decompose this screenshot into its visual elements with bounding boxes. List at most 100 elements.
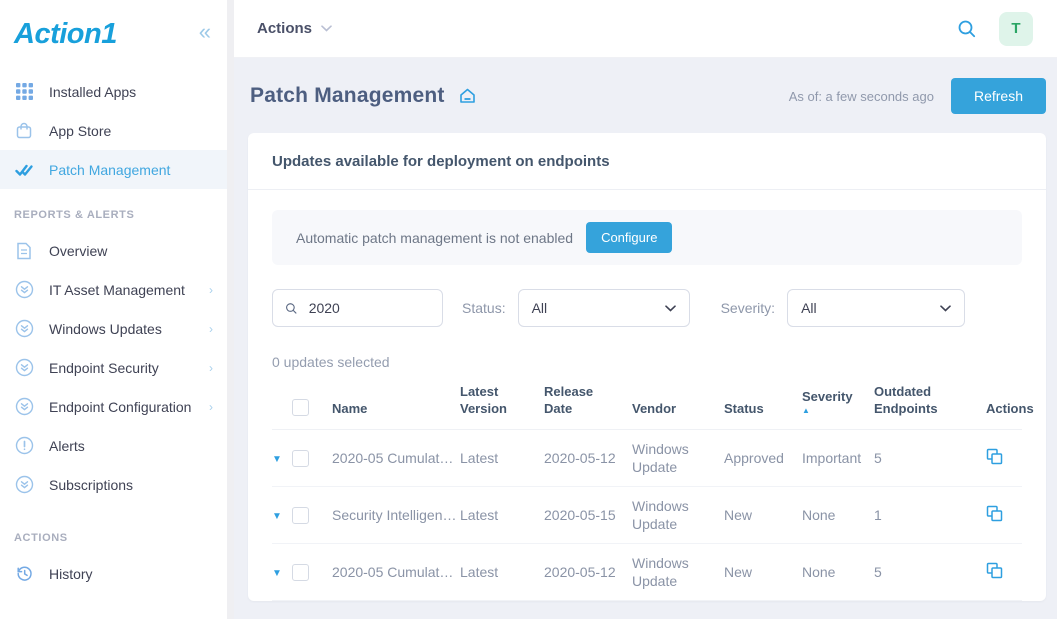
- sidebar-item-label: Alerts: [49, 438, 85, 454]
- sidebar-section-actions: ACTIONS: [0, 532, 227, 544]
- sidebar-item-it-asset-management[interactable]: IT Asset Management ›: [0, 270, 227, 309]
- table-row: ▼ 2020-05 Cumulat… Latest 2020-05-12 Win…: [272, 544, 1022, 601]
- content: Patch Management As of: a few seconds ag…: [234, 58, 1057, 619]
- as-of-text: As of: a few seconds ago: [789, 89, 934, 104]
- sidebar-section-reports-alerts: REPORTS & ALERTS: [0, 209, 227, 221]
- configure-button[interactable]: Configure: [586, 222, 672, 253]
- status-filter-label: Status:: [462, 300, 506, 316]
- card-title: Updates available for deployment on endp…: [248, 133, 1046, 190]
- copy-icon[interactable]: [986, 505, 1003, 522]
- table-header-row: Name Latest Version Release Date Vendor …: [272, 383, 1022, 430]
- circle-chevrons-icon: [14, 319, 34, 339]
- chevron-right-icon: ›: [209, 400, 213, 414]
- auto-patch-banner: Automatic patch management is not enable…: [272, 210, 1022, 265]
- sidebar-item-patch-management[interactable]: Patch Management: [0, 150, 227, 189]
- bag-icon: [14, 121, 34, 141]
- circle-exclamation-icon: [14, 436, 34, 456]
- filters-row: Status: All Severity: All: [272, 289, 1022, 327]
- header-vendor[interactable]: Vendor: [632, 383, 724, 430]
- bell-icon[interactable]: [459, 88, 476, 104]
- sidebar: Action1 « Installed Apps: [0, 0, 227, 619]
- banner-text: Automatic patch management is not enable…: [296, 230, 573, 246]
- sidebar-item-app-store[interactable]: App Store: [0, 111, 227, 150]
- sidebar-item-endpoint-configuration[interactable]: Endpoint Configuration ›: [0, 387, 227, 426]
- cell-status: New: [724, 544, 802, 601]
- cell-latest-version: Latest: [460, 544, 544, 601]
- header-release-date[interactable]: Release Date: [544, 383, 632, 430]
- row-expand-caret[interactable]: ▼: [272, 511, 282, 522]
- cell-release-date: 2020-05-12: [544, 544, 632, 601]
- topbar: Actions T: [234, 0, 1057, 58]
- grid-icon: [14, 82, 34, 102]
- cell-outdated-endpoints: 1: [874, 487, 986, 544]
- row-checkbox[interactable]: [292, 507, 309, 524]
- cell-latest-version: Latest: [460, 430, 544, 487]
- status-select-value: All: [532, 300, 548, 316]
- copy-icon[interactable]: [986, 448, 1003, 465]
- table-row: ▼ 2020-05 Cumulat… Latest 2020-05-12 Win…: [272, 430, 1022, 487]
- search-box[interactable]: [272, 289, 443, 327]
- chevron-right-icon: ›: [209, 361, 213, 375]
- header-select-all: [292, 383, 332, 430]
- cell-name: 2020-05 Cumulat…: [332, 544, 460, 601]
- sidebar-item-label: Patch Management: [49, 162, 170, 178]
- topbar-right: T: [957, 12, 1033, 46]
- row-expand-caret[interactable]: ▼: [272, 454, 282, 465]
- search-input[interactable]: [307, 299, 430, 317]
- updates-table: Name Latest Version Release Date Vendor …: [272, 383, 1022, 601]
- avatar[interactable]: T: [999, 12, 1033, 46]
- cell-status: New: [724, 487, 802, 544]
- sidebar-collapse-icon[interactable]: «: [199, 21, 211, 47]
- document-icon: [14, 241, 34, 261]
- cell-severity: None: [802, 487, 874, 544]
- search-icon[interactable]: [957, 19, 977, 39]
- sidebar-item-installed-apps[interactable]: Installed Apps: [0, 72, 227, 111]
- cell-release-date: 2020-05-15: [544, 487, 632, 544]
- sidebar-item-subscriptions[interactable]: Subscriptions: [0, 465, 227, 504]
- chevron-down-icon: [665, 305, 676, 312]
- sidebar-scrollbar-track[interactable]: [227, 0, 234, 619]
- header-actions: Actions: [986, 383, 1022, 430]
- row-expand-caret[interactable]: ▼: [272, 568, 282, 579]
- status-select[interactable]: All: [518, 289, 690, 327]
- sidebar-item-endpoint-security[interactable]: Endpoint Security ›: [0, 348, 227, 387]
- select-all-checkbox[interactable]: [292, 399, 309, 416]
- card-body: Automatic patch management is not enable…: [248, 190, 1046, 601]
- sidebar-item-label: Windows Updates: [49, 321, 162, 337]
- header-status[interactable]: Status: [724, 383, 802, 430]
- header-latest-version[interactable]: Latest Version: [460, 383, 544, 430]
- sidebar-item-label: Overview: [49, 243, 107, 259]
- cell-latest-version: Latest: [460, 487, 544, 544]
- refresh-button[interactable]: Refresh: [951, 78, 1046, 114]
- actions-menu-label: Actions: [257, 20, 312, 37]
- sidebar-item-alerts[interactable]: Alerts: [0, 426, 227, 465]
- page-title: Patch Management: [250, 84, 445, 108]
- actions-menu[interactable]: Actions: [257, 20, 332, 37]
- copy-icon[interactable]: [986, 562, 1003, 579]
- severity-select-value: All: [801, 300, 817, 316]
- sort-asc-icon: ▲: [802, 405, 870, 417]
- cell-outdated-endpoints: 5: [874, 430, 986, 487]
- chevron-down-icon: [321, 25, 332, 32]
- header-name[interactable]: Name: [332, 383, 460, 430]
- sidebar-item-windows-updates[interactable]: Windows Updates ›: [0, 309, 227, 348]
- row-checkbox[interactable]: [292, 564, 309, 581]
- chevron-right-icon: ›: [209, 322, 213, 336]
- circle-chevrons-icon: [14, 358, 34, 378]
- cell-severity: Important: [802, 430, 874, 487]
- cell-name: 2020-05 Cumulat…: [332, 430, 460, 487]
- page-header: Patch Management As of: a few seconds ag…: [250, 78, 1046, 114]
- row-checkbox[interactable]: [292, 450, 309, 467]
- header-outdated-endpoints[interactable]: Outdated Endpoints: [874, 383, 986, 430]
- chevron-right-icon: ›: [209, 283, 213, 297]
- sidebar-nav: Installed Apps App Store: [0, 62, 227, 593]
- sidebar-item-label: Endpoint Security: [49, 360, 159, 376]
- sidebar-item-history[interactable]: History: [0, 554, 227, 593]
- severity-select[interactable]: All: [787, 289, 965, 327]
- header-severity[interactable]: Severity▲: [802, 383, 874, 430]
- selected-count: 0 updates selected: [272, 354, 1022, 370]
- cell-vendor: Windows Update: [632, 487, 724, 544]
- cell-release-date: 2020-05-12: [544, 430, 632, 487]
- sidebar-item-overview[interactable]: Overview: [0, 231, 227, 270]
- circle-chevrons-icon: [14, 280, 34, 300]
